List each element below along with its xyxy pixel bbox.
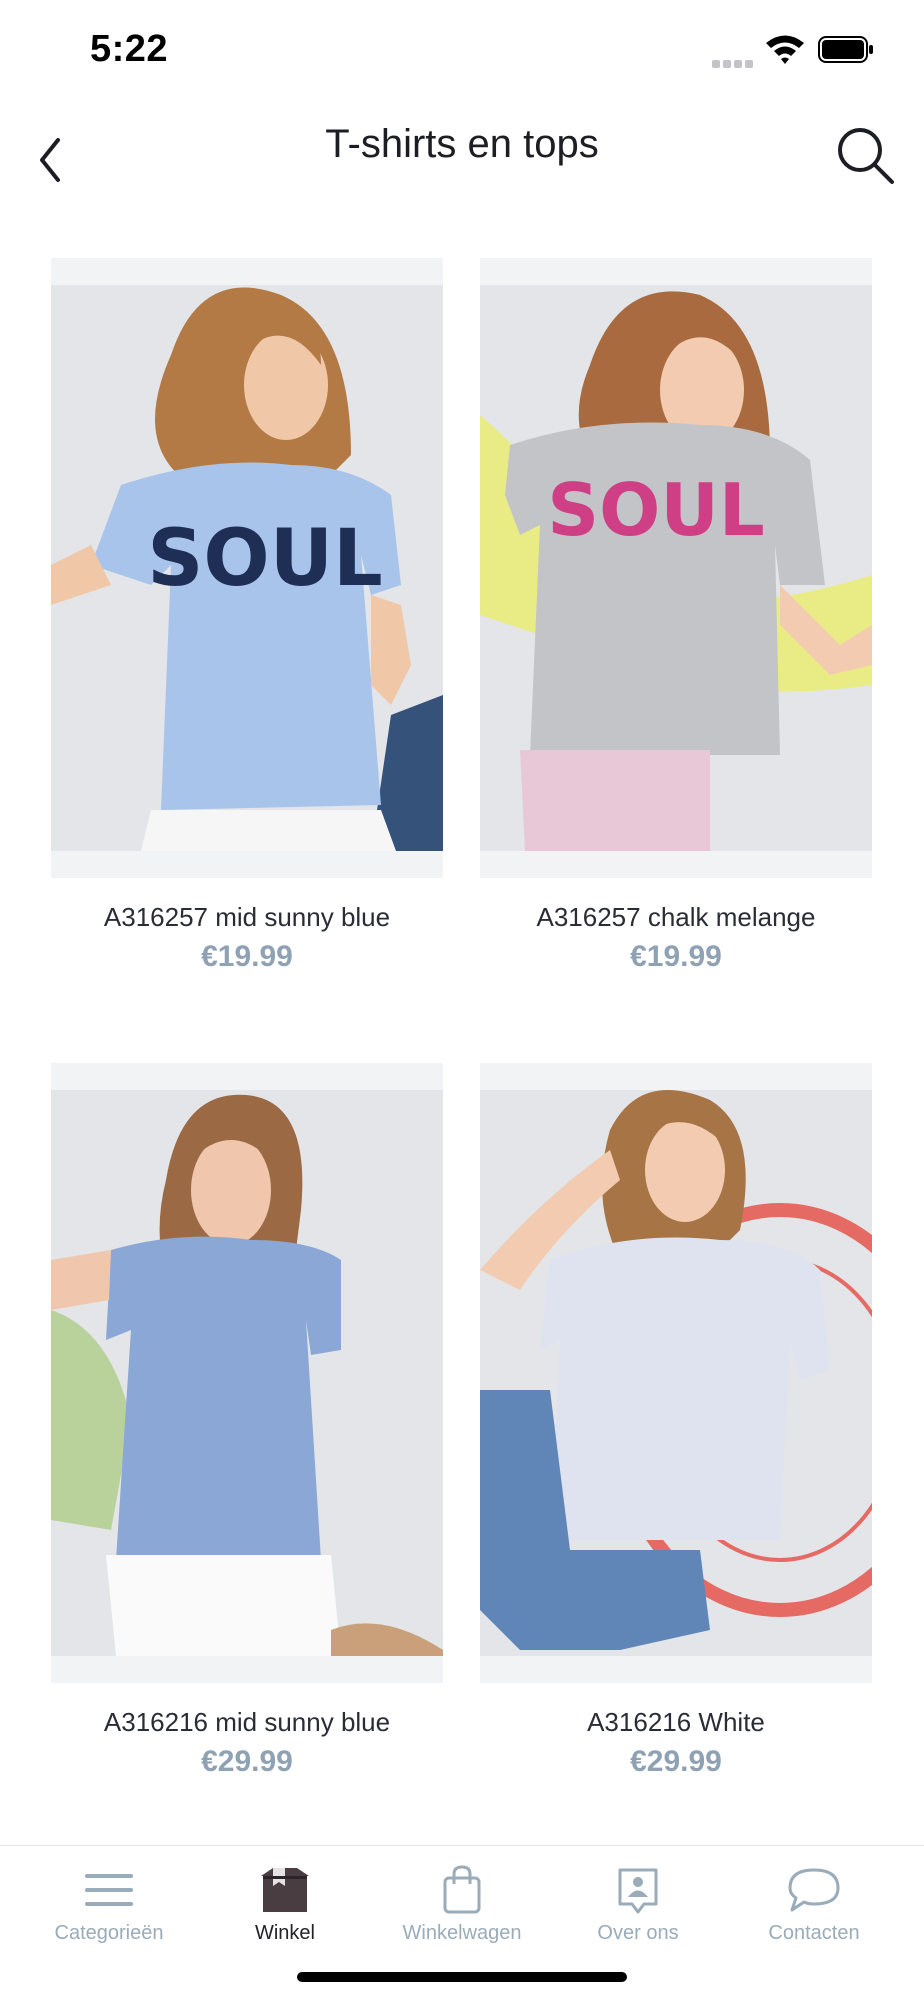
app-screen: 5:22 T-shirts en tops SOUL A316257 mid s… xyxy=(0,0,924,2000)
product-price: €19.99 xyxy=(630,940,722,973)
cellular-signal-icon xyxy=(712,55,756,68)
home-indicator xyxy=(297,1972,627,1982)
tab-label: Winkel xyxy=(254,1922,315,1944)
wifi-icon xyxy=(766,35,804,64)
product-price: €29.99 xyxy=(201,1745,293,1778)
chat-bubble-icon xyxy=(788,1868,840,1912)
tab-label: Categorieën xyxy=(54,1922,164,1944)
tab-winkel[interactable]: Winkel xyxy=(197,1846,373,1966)
tab-label: Over ons xyxy=(597,1922,679,1944)
product-photo: SOUL xyxy=(51,285,443,851)
tab-winkelwagen[interactable]: Winkelwagen xyxy=(374,1846,550,1966)
shirt-shape xyxy=(106,1236,341,1560)
product-name: A316257 mid sunny blue xyxy=(103,902,391,932)
navigation-bar: T-shirts en tops xyxy=(0,100,924,210)
product-image[interactable]: SOUL xyxy=(51,258,443,878)
back-button[interactable] xyxy=(28,120,78,190)
search-icon xyxy=(838,128,894,184)
chevron-left-icon xyxy=(40,138,60,182)
shirt-print: SOUL xyxy=(147,514,383,604)
product-price: €29.99 xyxy=(630,1745,722,1778)
product-card[interactable]: A316216 White €29.99 xyxy=(480,1063,872,1803)
tab-label: Winkelwagen xyxy=(402,1922,522,1944)
product-photo xyxy=(480,1090,872,1656)
tab-contacten[interactable]: Contacten xyxy=(726,1846,902,1966)
product-photo: SOUL xyxy=(480,285,872,851)
product-card[interactable]: A316216 mid sunny blue €29.99 xyxy=(51,1063,443,1803)
battery-icon xyxy=(818,36,873,63)
person-card-icon xyxy=(618,1868,658,1914)
status-bar: 5:22 xyxy=(0,0,924,100)
product-name: A316257 chalk melange xyxy=(536,902,816,932)
product-photo xyxy=(51,1090,443,1656)
status-time: 5:22 xyxy=(90,28,169,70)
product-image[interactable]: SOUL xyxy=(480,258,872,878)
search-button[interactable] xyxy=(830,120,900,190)
page-title: T-shirts en tops xyxy=(325,122,599,166)
shirt-print: SOUL xyxy=(547,468,764,552)
shopping-bag-icon xyxy=(443,1865,481,1914)
tab-categorieen[interactable]: Categorieën xyxy=(21,1846,197,1966)
product-image[interactable] xyxy=(51,1063,443,1683)
tab-over-ons[interactable]: Over ons xyxy=(550,1846,726,1966)
product-price: €19.99 xyxy=(201,940,293,973)
menu-icon xyxy=(85,1874,133,1906)
tab-label: Contacten xyxy=(768,1922,860,1944)
store-icon xyxy=(261,1868,309,1912)
product-name: A316216 mid sunny blue xyxy=(103,1707,391,1737)
product-name: A316216 White xyxy=(587,1707,765,1737)
product-image[interactable] xyxy=(480,1063,872,1683)
product-card[interactable]: SOUL A316257 chalk melange €19.99 xyxy=(480,258,872,998)
product-card[interactable]: SOUL A316257 mid sunny blue €19.99 xyxy=(51,258,443,998)
